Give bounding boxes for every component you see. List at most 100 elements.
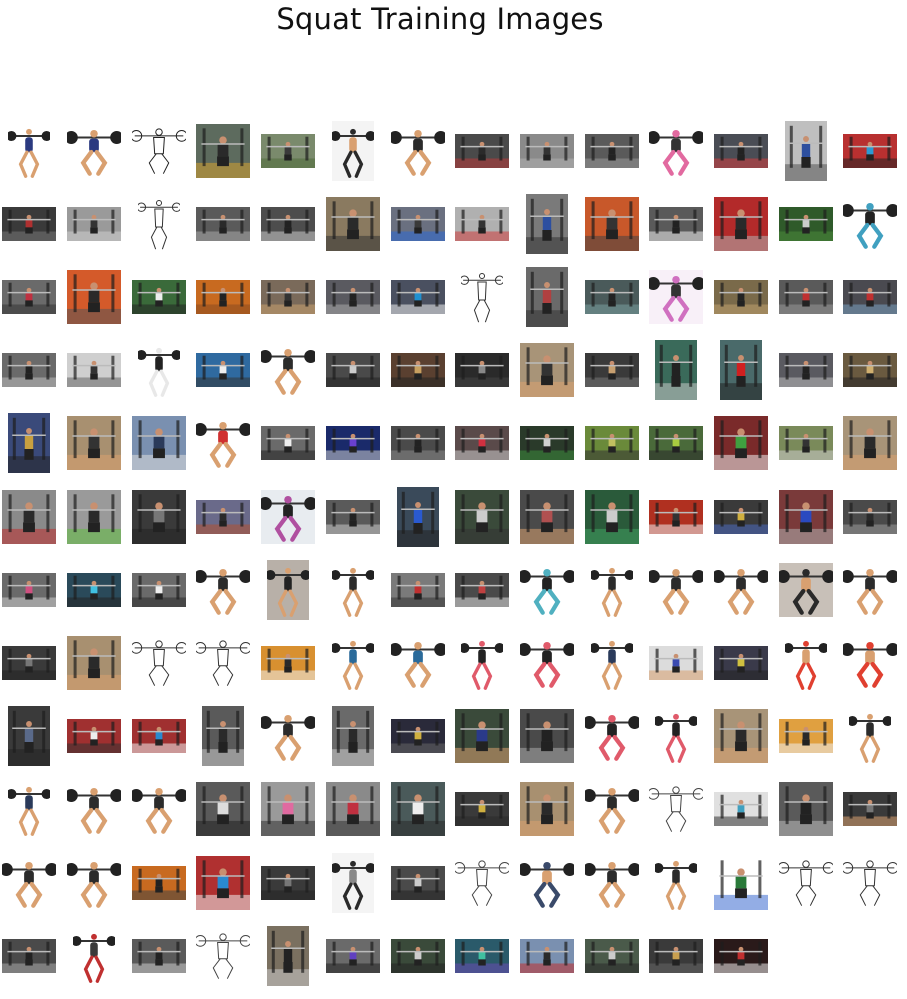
thumbnail-image [455,856,510,910]
squat-photo [67,206,122,241]
thumbnail-image [131,489,186,544]
thumbnail-image [390,719,445,754]
thumbnail-image [584,280,639,314]
squat-photo [778,859,833,906]
thumbnail-image [525,193,568,254]
thumbnail-image [261,133,316,168]
squat-photo [519,636,574,690]
thumbnail-image [331,120,374,181]
squat-photo [843,196,898,251]
thumbnail-image [261,865,316,900]
thumbnail-image [519,938,574,973]
thumbnail-image [2,938,57,973]
squat-photo [519,489,574,544]
thumbnail-image [778,782,833,837]
squat-photo [455,133,510,168]
squat-photo [584,709,639,764]
thumbnail-image [655,706,698,767]
squat-photo [67,353,122,388]
squat-photo [67,123,122,178]
thumbnail-image [584,938,639,973]
thumbnail-image [455,572,510,607]
thumbnail-image [396,486,439,547]
thumbnail-image [261,646,316,680]
thumbnail-image [131,636,186,690]
squat-photo [390,719,445,754]
squat-photo [267,925,310,986]
squat-photo [849,706,892,767]
thumbnail-image [649,562,704,617]
thumbnail-image [519,562,574,617]
thumbnail-image [519,426,574,461]
squat-photo [455,206,510,241]
squat-photo [131,640,186,686]
squat-photo [455,572,510,607]
thumbnail-image [331,633,374,693]
thumbnail-image [649,123,704,178]
thumbnail-image [519,782,574,837]
squat-photo [67,855,122,910]
thumbnail-image [843,280,898,314]
thumbnail-image [261,489,316,544]
squat-photo [196,640,251,686]
thumbnail-image [2,646,57,680]
squat-photo [2,489,57,544]
thumbnail-image [584,855,639,910]
thumbnail-image [714,280,769,314]
squat-photo [519,343,574,398]
squat-photo [714,562,769,617]
thumbnail-image [196,782,251,837]
thumbnail-image [843,499,898,534]
thumbnail-image [584,709,639,764]
squat-photo [2,646,57,680]
thumbnail-image [67,353,122,388]
squat-photo [325,196,380,251]
squat-photo [714,196,769,251]
thumbnail-image [196,855,251,910]
thumbnail-image [390,572,445,607]
thumbnail-image [8,413,51,474]
squat-photo [325,499,380,534]
squat-photo [196,353,251,388]
squat-photo [584,938,639,973]
thumbnail-image [590,633,633,693]
squat-photo [714,646,769,680]
squat-photo [261,133,316,168]
squat-photo [331,706,374,767]
thumbnail-image [325,938,380,973]
thumbnail-image [390,782,445,837]
thumbnail-image [2,855,57,910]
thumbnail-image [196,499,251,534]
thumbnail-image [590,559,633,620]
squat-photo [784,120,827,181]
squat-photo [649,270,704,324]
thumbnail-image [849,706,892,767]
thumbnail-image [131,280,186,314]
thumbnail-image [261,782,316,837]
squat-photo [2,572,57,607]
squat-photo [131,489,186,544]
thumbnail-image [67,416,122,471]
squat-photo [2,206,57,241]
squat-photo [261,426,316,461]
thumbnail-image [137,194,180,254]
squat-photo [396,486,439,547]
squat-photo [784,633,827,693]
squat-photo [67,719,122,754]
squat-photo [649,786,704,833]
squat-photo [131,719,186,754]
thumbnail-image [649,426,704,461]
thumbnail-image [843,792,898,827]
squat-photo [196,206,251,241]
squat-photo [202,706,245,767]
thumbnail-image [778,280,833,314]
squat-photo [455,489,510,544]
squat-photo [519,133,574,168]
thumbnail-image [455,426,510,461]
thumbnail-image [714,792,769,827]
thumbnail-image [455,133,510,168]
squat-photo [131,782,186,837]
thumbnail-image [584,353,639,388]
squat-photo [714,133,769,168]
squat-photo [390,865,445,900]
